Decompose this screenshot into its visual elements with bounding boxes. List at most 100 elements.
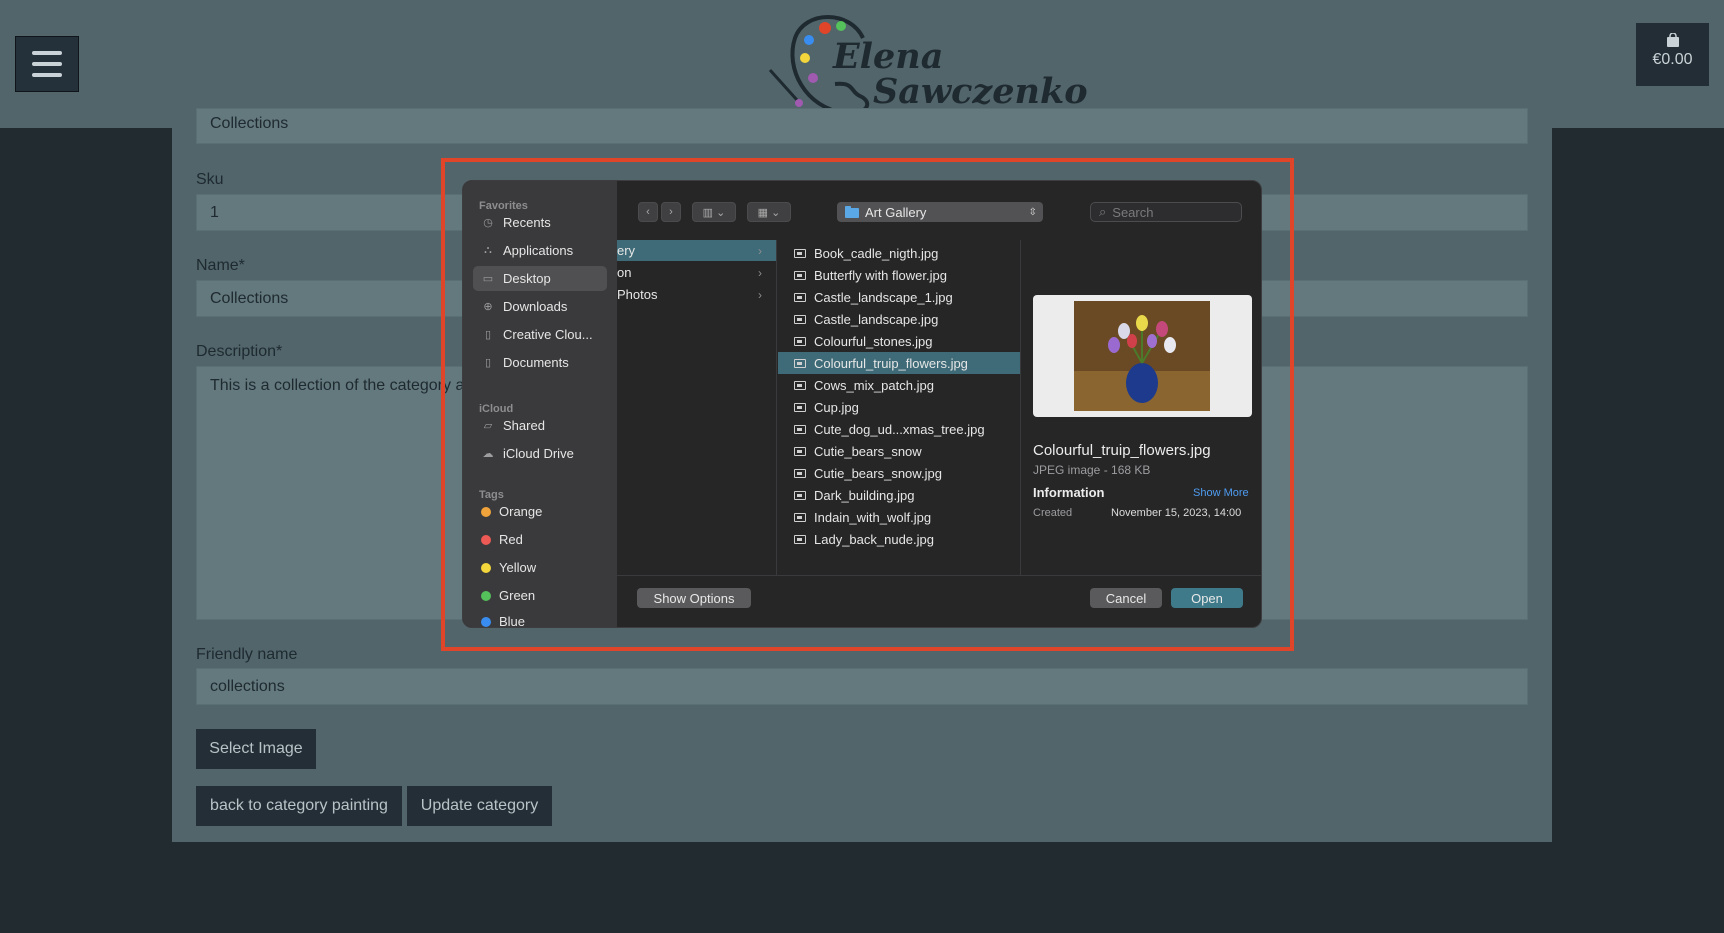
menu-button[interactable] [15,36,79,92]
file-row[interactable]: Dark_building.jpg [778,484,1020,506]
tag-dot-icon [481,562,491,573]
tag-dot-icon [481,590,491,601]
location-popup[interactable]: Art Gallery ⇳ [837,202,1043,222]
chevron-right-icon: › [758,265,762,280]
file-row[interactable]: Castle_landscape_1.jpg [778,286,1020,308]
search-icon: ⌕ [1099,204,1107,219]
image-file-icon [794,490,806,500]
file-row[interactable]: Cutie_bears_snow.jpg [778,462,1020,484]
image-file-icon [794,468,806,478]
tag-dot-icon [481,616,491,627]
file-row[interactable]: Butterfly with flower.jpg [778,264,1020,286]
sidebar-tag-green[interactable]: Green [473,583,607,608]
open-button[interactable]: Open [1171,588,1243,608]
file-row[interactable]: Cutie_bears_snow [778,440,1020,462]
sidebar-tag-yellow[interactable]: Yellow [473,555,607,580]
sidebar-item-shared[interactable]: ▱ Shared [473,413,607,438]
sidebar-item-recents[interactable]: ◷ Recents [473,210,607,235]
cart-button[interactable]: €0.00 [1636,23,1709,86]
file-row[interactable]: Castle_landscape.jpg [778,308,1020,330]
sidebar-tag-orange[interactable]: Orange [473,499,607,524]
show-options-button[interactable]: Show Options [637,588,751,608]
file-row[interactable]: Cup.jpg [778,396,1020,418]
search-field[interactable]: ⌕ Search [1090,202,1242,222]
dialog-sidebar: Favorites ◷ Recents ⛬ Applications ▭ Deskto… [463,181,617,627]
clock-icon: ◷ [483,217,493,229]
folder-item[interactable]: Photos › [617,284,776,305]
image-file-icon [794,292,806,302]
file-row[interactable]: Cute_dog_ud...xmas_tree.jpg [778,418,1020,440]
view-mode-button[interactable]: ▥ ⌄ [692,202,736,222]
image-file-icon [794,248,806,258]
name-label: Name* [196,257,245,274]
image-file-icon [794,358,806,368]
file-preview [1033,295,1252,417]
category-field[interactable]: Collections [196,108,1528,144]
image-file-icon [794,512,806,522]
folder-item[interactable]: on › [617,262,776,283]
sidebar-item-downloads[interactable]: ⊕ Downloads [473,294,607,319]
image-file-icon [794,424,806,434]
friendly-name-input[interactable]: collections [196,668,1528,705]
sidebar-item-documents[interactable]: ▯ Documents [473,350,607,375]
information-heading: Information [1033,485,1105,500]
sidebar-item-applications[interactable]: ⛬ Applications [473,238,607,263]
sidebar-tag-blue[interactable]: Blue [473,609,607,627]
image-file-icon [794,314,806,324]
applications-icon: ⛬ [484,244,492,256]
cloud-icon: ☁ [482,448,494,460]
file-row-selected[interactable]: Colourful_truip_flowers.jpg [778,352,1020,374]
brand-name-last: Sawczenko [873,71,1088,112]
file-open-dialog: Favorites ◷ Recents ⛬ Applications ▭ Deskto… [462,180,1262,628]
document-icon [794,446,806,456]
hamburger-icon [32,51,62,55]
back-button[interactable]: ‹ [638,202,658,222]
folder-icon [845,206,859,218]
forward-button[interactable]: › [661,202,681,222]
sidebar-item-icloud-drive[interactable]: ☁ iCloud Drive [473,441,607,466]
chevron-right-icon: › [758,243,762,258]
grid-icon: ▦ ⌄ [757,206,781,219]
cancel-button[interactable]: Cancel [1090,588,1162,608]
preview-kind: JPEG image - 168 KB [1033,463,1151,477]
columns-view-icon: ▥ ⌄ [702,206,726,219]
tag-dot-icon [481,534,491,545]
document-icon: ▯ [484,357,492,369]
image-file-icon [794,402,806,412]
back-to-category-button[interactable]: back to category painting [196,786,402,826]
tag-dot-icon [481,506,491,517]
site-logo[interactable]: Elena Sawczenko [765,8,1088,120]
location-label: Art Gallery [865,204,927,220]
file-row[interactable]: Colourful_stones.jpg [778,330,1020,352]
select-image-button[interactable]: Select Image [196,729,316,769]
created-value: November 15, 2023, 14:00 [1111,507,1242,519]
desktop-icon: ▭ [482,273,494,285]
image-file-icon [794,380,806,390]
file-row[interactable]: Cows_mix_patch.jpg [778,374,1020,396]
download-icon: ⊕ [483,301,493,313]
folder-column: ery › on › Photos › [617,240,777,575]
group-button[interactable]: ▦ ⌄ [747,202,791,222]
file-row[interactable]: Lady_back_nude.jpg [778,528,1020,550]
chevron-right-icon: › [758,287,762,302]
sku-label: Sku [196,171,224,188]
footer-divider [617,575,1261,576]
up-down-chevron-icon: ⇳ [1028,206,1037,218]
sidebar-item-creative-cloud[interactable]: ▯ Creative Clou... [473,322,607,347]
image-file-icon [794,534,806,544]
sidebar-item-desktop[interactable]: ▭ Desktop [473,266,607,291]
show-more-link[interactable]: Show More [1193,487,1249,499]
update-category-button[interactable]: Update category [407,786,552,826]
image-file-icon [794,270,806,280]
preview-filename: Colourful_truip_flowers.jpg [1033,442,1211,459]
shopping-bag-icon [1666,33,1679,47]
shared-folder-icon: ▱ [483,420,493,432]
file-row[interactable]: Indain_with_wolf.jpg [778,506,1020,528]
folder-item[interactable]: ery › [617,240,776,261]
description-label: Description* [196,343,283,360]
file-column: Book_cadle_nigth.jpg Butterfly with flow… [778,240,1021,575]
file-row[interactable]: Book_cadle_nigth.jpg [778,242,1020,264]
document-icon: ▯ [484,329,492,341]
image-file-icon [794,336,806,346]
sidebar-tag-red[interactable]: Red [473,527,607,552]
